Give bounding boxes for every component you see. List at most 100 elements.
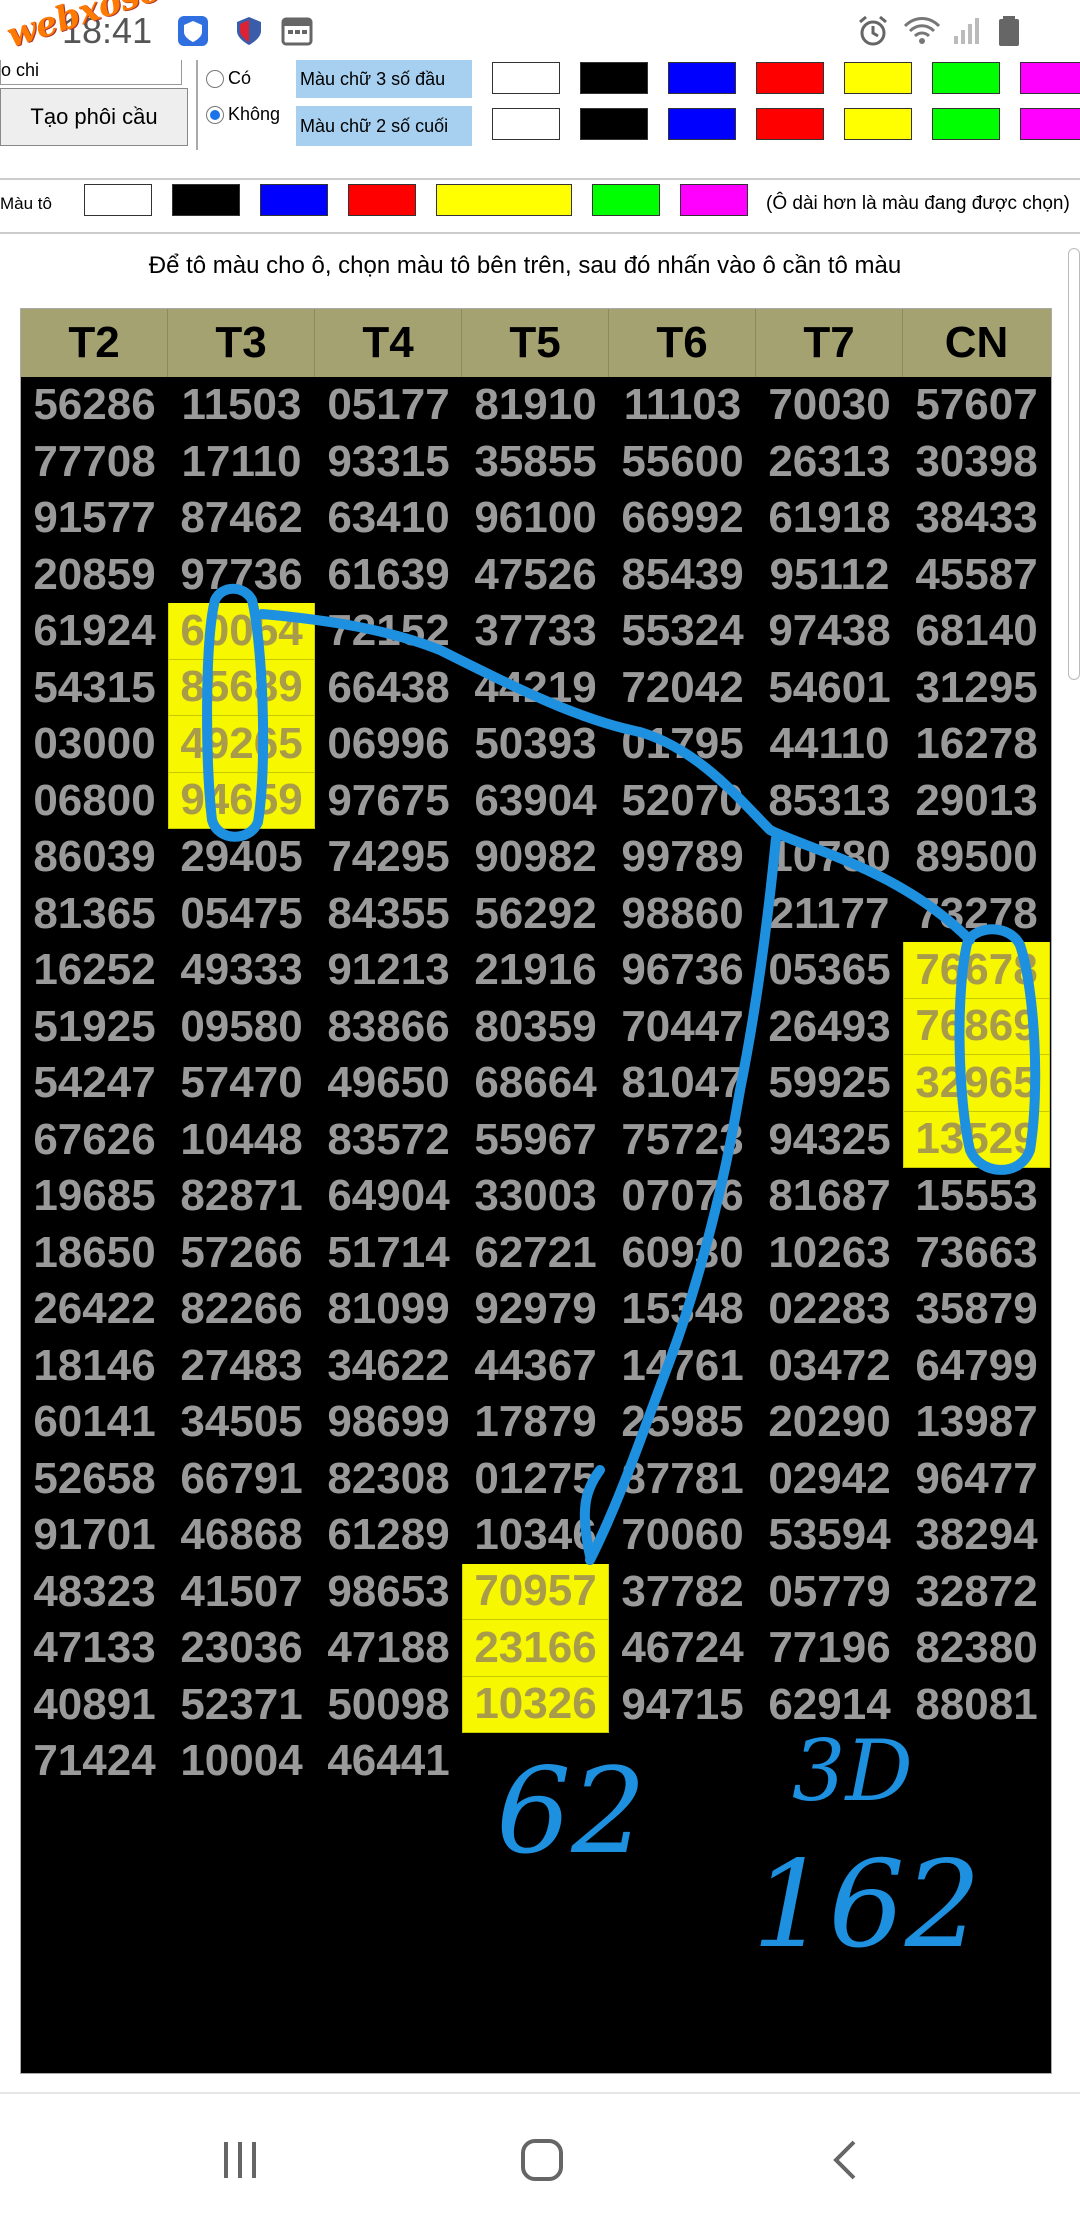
table-cell[interactable]: 96477: [903, 1451, 1050, 1508]
paint-color-swatch[interactable]: [348, 184, 416, 216]
table-cell[interactable]: 20859: [21, 547, 168, 604]
table-cell[interactable]: 57470: [168, 1055, 315, 1112]
table-cell[interactable]: 52658: [21, 1451, 168, 1508]
table-cell[interactable]: 05779: [756, 1564, 903, 1621]
table-cell[interactable]: 94325: [756, 1112, 903, 1169]
table-cell[interactable]: 06800: [21, 773, 168, 830]
table-cell[interactable]: 07076: [609, 1168, 756, 1225]
table-cell[interactable]: 23166: [462, 1620, 609, 1677]
table-cell[interactable]: 91577: [21, 490, 168, 547]
paint-color-swatch[interactable]: [592, 184, 660, 216]
paint-color-swatch[interactable]: [260, 184, 328, 216]
table-cell[interactable]: 06996: [315, 716, 462, 773]
text-color-last2-swatch[interactable]: [844, 108, 912, 140]
table-cell[interactable]: 85313: [756, 773, 903, 830]
table-cell[interactable]: 46441: [315, 1733, 462, 1790]
table-cell[interactable]: 82308: [315, 1451, 462, 1508]
table-cell[interactable]: 27483: [168, 1338, 315, 1395]
table-cell[interactable]: 64799: [903, 1338, 1050, 1395]
table-cell[interactable]: [609, 1733, 756, 1790]
table-cell[interactable]: 15348: [609, 1281, 756, 1338]
table-cell[interactable]: 34505: [168, 1394, 315, 1451]
table-cell[interactable]: 81099: [315, 1281, 462, 1338]
table-cell[interactable]: 83572: [315, 1112, 462, 1169]
table-cell[interactable]: 55600: [609, 434, 756, 491]
table-cell[interactable]: [462, 1733, 609, 1790]
table-cell[interactable]: 98860: [609, 886, 756, 943]
table-cell[interactable]: 85689: [168, 659, 315, 716]
table-cell[interactable]: 83866: [315, 999, 462, 1056]
table-cell[interactable]: 13987: [903, 1394, 1050, 1451]
table-cell[interactable]: 50393: [462, 716, 609, 773]
table-cell[interactable]: 72152: [315, 603, 462, 660]
create-button[interactable]: Tạo phôi cầu: [0, 88, 188, 146]
table-cell[interactable]: 94715: [609, 1677, 756, 1734]
table-cell[interactable]: 35855: [462, 434, 609, 491]
table-cell[interactable]: 17110: [168, 434, 315, 491]
table-cell[interactable]: 05365: [756, 942, 903, 999]
table-cell[interactable]: 50098: [315, 1677, 462, 1734]
table-cell[interactable]: 10263: [756, 1225, 903, 1282]
table-cell[interactable]: 62721: [462, 1225, 609, 1282]
table-cell[interactable]: 57607: [903, 377, 1050, 434]
table-cell[interactable]: 76678: [903, 942, 1050, 999]
table-cell[interactable]: 81910: [462, 377, 609, 434]
table-cell[interactable]: 48323: [21, 1564, 168, 1621]
table-cell[interactable]: 44219: [462, 660, 609, 717]
table-cell[interactable]: 52371: [168, 1677, 315, 1734]
table-cell[interactable]: 02942: [756, 1451, 903, 1508]
table-cell[interactable]: 49333: [168, 942, 315, 999]
paint-color-swatch[interactable]: [680, 184, 748, 216]
table-cell[interactable]: 21916: [462, 942, 609, 999]
paint-color-swatch[interactable]: [436, 184, 572, 216]
table-cell[interactable]: 45587: [903, 547, 1050, 604]
table-cell[interactable]: 01795: [609, 716, 756, 773]
radio-yes-dot[interactable]: [206, 69, 224, 88]
table-cell[interactable]: 34622: [315, 1338, 462, 1395]
table-cell[interactable]: 99789: [609, 829, 756, 886]
table-cell[interactable]: 82266: [168, 1281, 315, 1338]
table-cell[interactable]: 82380: [903, 1620, 1050, 1677]
table-cell[interactable]: 62914: [756, 1677, 903, 1734]
table-cell[interactable]: 68140: [903, 603, 1050, 660]
table-cell[interactable]: 29405: [168, 829, 315, 886]
table-cell[interactable]: 66791: [168, 1451, 315, 1508]
table-cell[interactable]: 70060: [609, 1507, 756, 1564]
table-cell[interactable]: 73278: [903, 886, 1050, 943]
table-cell[interactable]: 63410: [315, 490, 462, 547]
table-cell[interactable]: 90982: [462, 829, 609, 886]
table-cell[interactable]: 61639: [315, 547, 462, 604]
table-cell[interactable]: 92979: [462, 1281, 609, 1338]
table-cell[interactable]: 54315: [21, 660, 168, 717]
recent-apps-icon[interactable]: [218, 2138, 264, 2182]
table-cell[interactable]: 46868: [168, 1507, 315, 1564]
radio-no-dot[interactable]: [206, 105, 224, 124]
table-cell[interactable]: 19685: [21, 1168, 168, 1225]
home-icon[interactable]: [518, 2136, 566, 2184]
table-cell[interactable]: 82871: [168, 1168, 315, 1225]
table-cell[interactable]: 10780: [756, 829, 903, 886]
table-cell[interactable]: 70957: [462, 1563, 609, 1620]
table-cell[interactable]: 56292: [462, 886, 609, 943]
paint-color-swatch[interactable]: [84, 184, 152, 216]
table-cell[interactable]: 03000: [21, 716, 168, 773]
table-cell[interactable]: 86039: [21, 829, 168, 886]
table-cell[interactable]: 81687: [756, 1168, 903, 1225]
table-cell[interactable]: 96736: [609, 942, 756, 999]
table-cell[interactable]: 32965: [903, 1055, 1050, 1112]
table-cell[interactable]: 29013: [903, 773, 1050, 830]
table-cell[interactable]: 16278: [903, 716, 1050, 773]
table-cell[interactable]: 38294: [903, 1507, 1050, 1564]
table-cell[interactable]: 16252: [21, 942, 168, 999]
table-cell[interactable]: 14761: [609, 1338, 756, 1395]
table-cell[interactable]: 57266: [168, 1225, 315, 1282]
scrollbar[interactable]: [1068, 248, 1080, 680]
table-cell[interactable]: 30398: [903, 434, 1050, 491]
table-cell[interactable]: 66438: [315, 660, 462, 717]
table-cell[interactable]: 84355: [315, 886, 462, 943]
table-cell[interactable]: 75723: [609, 1112, 756, 1169]
table-cell[interactable]: 10326: [462, 1676, 609, 1733]
table-cell[interactable]: 49265: [168, 716, 315, 773]
table-cell[interactable]: 88081: [903, 1677, 1050, 1734]
table-cell[interactable]: 94659: [168, 772, 315, 829]
